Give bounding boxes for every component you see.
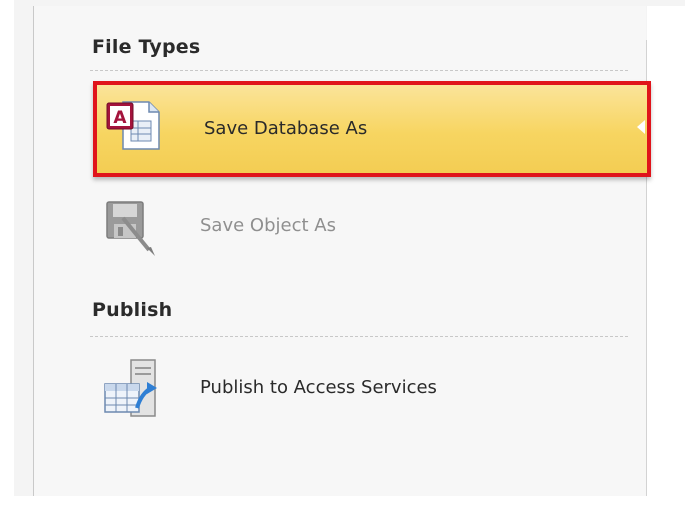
section-heading-file-types: File Types [92, 36, 201, 58]
section-heading-publish: Publish [92, 299, 173, 321]
section-divider [90, 70, 628, 71]
publish-to-access-services-label: Publish to Access Services [200, 377, 437, 398]
save-object-as-label: Save Object As [200, 215, 336, 236]
svg-text:A: A [113, 108, 127, 128]
section-divider [90, 336, 628, 337]
access-database-icon: A [105, 99, 163, 157]
backstage-view: File Types A Save Database As Save Objec… [0, 0, 685, 523]
publish-to-access-services-button[interactable]: Publish to Access Services [93, 350, 651, 434]
selection-pointer-icon [637, 120, 645, 134]
save-database-as-button[interactable]: A Save Database As [93, 81, 651, 177]
save-object-icon [101, 198, 159, 264]
window-edge [0, 0, 14, 523]
publish-services-icon [101, 358, 161, 426]
bottom-area [0, 496, 685, 523]
save-object-as-button[interactable]: Save Object As [93, 190, 651, 274]
content-area [647, 6, 685, 496]
save-database-as-label: Save Database As [204, 118, 368, 139]
